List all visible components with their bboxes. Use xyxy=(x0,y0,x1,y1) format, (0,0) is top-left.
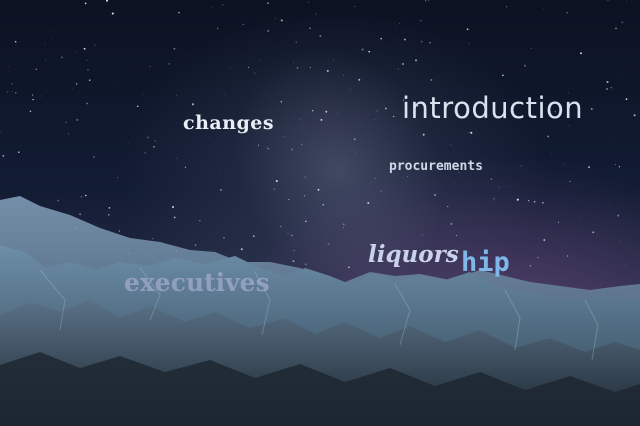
word-introduction: introduction xyxy=(402,91,584,125)
glacier-terrain xyxy=(0,196,640,426)
word-hip: hip xyxy=(461,247,510,278)
photo-scene: changes introduction procurements liquor… xyxy=(0,0,640,426)
word-procurements: procurements xyxy=(389,159,483,174)
word-liquors: liquors xyxy=(368,241,459,268)
word-executives: executives xyxy=(124,268,270,297)
word-changes: changes xyxy=(183,112,275,134)
